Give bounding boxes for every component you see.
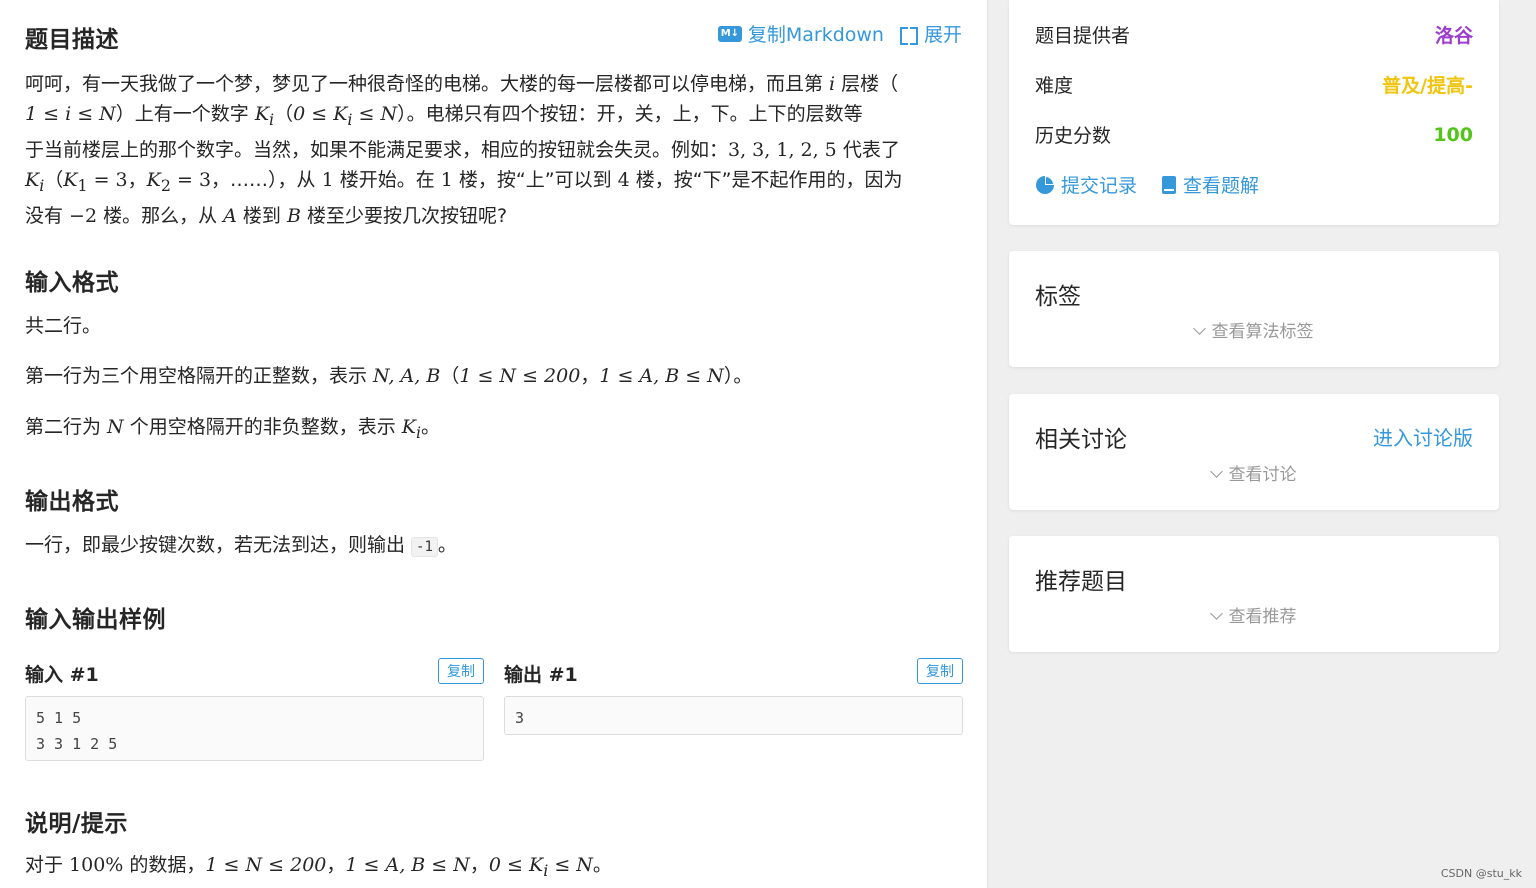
discussion-card: 相关讨论 进入讨论版 查看讨论	[1009, 394, 1499, 510]
recommend-title: 推荐题目	[1035, 569, 1127, 595]
watermark: CSDN @stu_kk	[1440, 867, 1522, 880]
show-recommend-toggle[interactable]: 查看推荐	[1009, 602, 1499, 627]
problem-panel: 题目描述 M↓ 复制Markdown 展开 呵呵，有一天我做了一个梦，梦见了一种…	[0, 0, 988, 888]
show-discussion-toggle[interactable]: 查看讨论	[1009, 460, 1499, 485]
input-format-line-1: 共二行。	[25, 315, 102, 337]
score-label: 历史分数	[1035, 125, 1112, 147]
hint-title: 说明/提示	[25, 811, 128, 837]
show-tags-toggle[interactable]: 查看算法标签	[1009, 317, 1499, 342]
inline-code: -1	[411, 537, 438, 557]
copy-output-button[interactable]: 复制	[917, 658, 963, 684]
desc-line-4: Ki（K1 = 3，K2 = 3，……），从 1 楼开始。在 1 楼，按“上”可…	[25, 168, 903, 195]
input-format-line-3: 第二行为 N 个用空格隔开的非负整数，表示 Ki。	[25, 416, 441, 442]
input-format-title: 输入格式	[25, 270, 119, 296]
copy-markdown-label: 复制Markdown	[747, 24, 884, 46]
copy-input-button[interactable]: 复制	[438, 658, 484, 684]
tags-title: 标签	[1035, 284, 1081, 310]
difficulty-label: 难度	[1035, 75, 1074, 97]
hint-text: 对于 100% 的数据，1 ≤ N ≤ 200，1 ≤ A, B ≤ N，0 ≤…	[25, 854, 612, 880]
input-format-line-2: 第一行为三个用空格隔开的正整数，表示 N, A, B（1 ≤ N ≤ 200，1…	[25, 365, 753, 387]
discussion-title: 相关讨论	[1035, 427, 1127, 453]
provider-link[interactable]: 洛谷	[1435, 21, 1473, 48]
provider-label: 题目提供者	[1035, 25, 1131, 47]
output-format-title: 输出格式	[25, 489, 119, 515]
expand-label: 展开	[923, 24, 962, 46]
book-icon	[1162, 175, 1177, 194]
output-format-line-1: 一行，即最少按键次数，若无法到达，则输出 -1。	[25, 534, 457, 557]
sample-input-label: 输入 #1	[25, 664, 99, 686]
chevron-down-icon	[1209, 465, 1223, 478]
provider-row: 题目提供者 洛谷	[1035, 21, 1473, 48]
score-row: 历史分数 100	[1035, 121, 1473, 148]
sample-output-box[interactable]: 3	[504, 696, 963, 735]
problem-toolbar: M↓ 复制Markdown 展开	[717, 20, 962, 47]
score-value: 100	[1433, 123, 1473, 146]
samples-title: 输入输出样例	[25, 607, 166, 633]
description-title: 题目描述	[25, 27, 119, 53]
description-text: 呵呵，有一天我做了一个梦，梦见了一种很奇怪的电梯。大楼的每一层楼都可以停电梯，而…	[25, 69, 960, 231]
chevron-down-icon	[1192, 322, 1206, 335]
desc-line-5: 没有 −2 楼。那么，从 A 楼到 B 楼至少要按几次按钮呢?	[25, 204, 508, 227]
recommend-card: 推荐题目 查看推荐	[1009, 536, 1499, 652]
tags-card: 标签 查看算法标签	[1009, 251, 1499, 367]
difficulty-row: 难度 普及/提高-	[1035, 71, 1473, 98]
problem-info-card: 题目提供者 洛谷 难度 普及/提高- 历史分数 100 提交记录 查看题解	[1009, 0, 1499, 225]
sample-output-label: 输出 #1	[504, 664, 578, 686]
solutions-link[interactable]: 查看题解	[1161, 171, 1259, 198]
copy-markdown-button[interactable]: M↓ 复制Markdown	[717, 20, 884, 47]
chevron-down-icon	[1209, 607, 1223, 620]
desc-line-1: 呵呵，有一天我做了一个梦，梦见了一种很奇怪的电梯。大楼的每一层楼都可以停电梯，而…	[25, 73, 899, 95]
desc-line-2: 1 ≤ i ≤ N）上有一个数字 Ki（0 ≤ Ki ≤ N）。电梯只有四个按钮…	[25, 103, 863, 129]
markdown-icon: M↓	[717, 25, 742, 42]
expand-button[interactable]: 展开	[899, 20, 962, 47]
desc-line-3: 于当前楼层上的那个数字。当然，如果不能满足要求，相应的按钮就会失灵。例如：3, …	[25, 138, 900, 161]
difficulty-value: 普及/提高-	[1382, 75, 1473, 97]
submissions-link[interactable]: 提交记录	[1035, 171, 1137, 198]
sample-input-box[interactable]: 5 1 5 3 3 1 2 5	[25, 696, 484, 761]
pie-chart-icon	[1036, 175, 1054, 194]
info-links: 提交记录 查看题解	[1035, 171, 1259, 198]
enter-discussion-link[interactable]: 进入讨论版	[1373, 422, 1473, 451]
expand-icon	[899, 25, 918, 45]
